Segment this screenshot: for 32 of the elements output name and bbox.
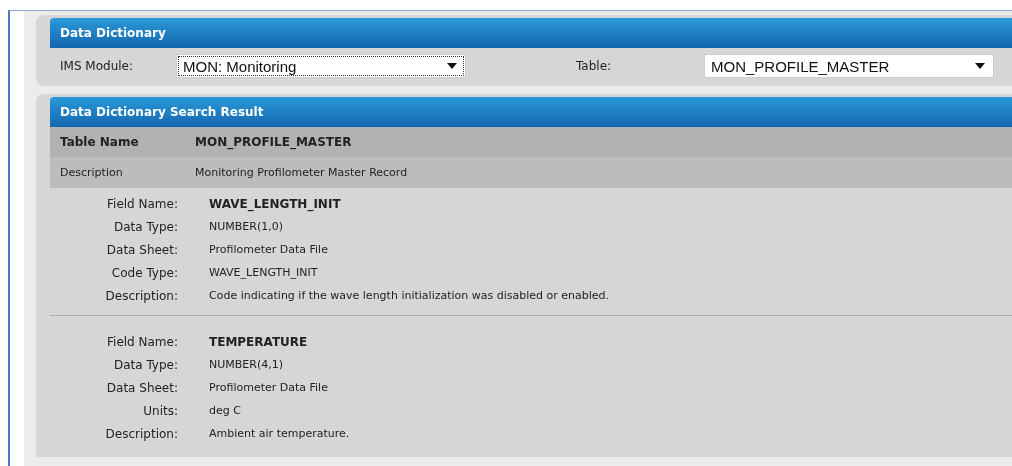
- property-value: NUMBER(1,0): [209, 220, 283, 233]
- property-label: Data Sheet:: [105, 380, 179, 395]
- field-label: Table:: [576, 59, 613, 73]
- property-value: NUMBER(4,1): [209, 358, 283, 371]
- panel-header: Data Dictionary Search Result: [50, 97, 1012, 127]
- property-label: Field Name:: [106, 334, 179, 349]
- caret-icon: [447, 63, 457, 69]
- summary-value: MON_PROFILE_MASTER: [195, 135, 352, 149]
- property-label: Code Type:: [110, 265, 179, 280]
- summary-value: Monitoring Profilometer Master Record: [195, 166, 408, 179]
- property-value: WAVE_LENGTH_INIT: [209, 196, 341, 211]
- field-label: IMS Module:: [60, 59, 134, 73]
- property-label: Data Type:: [112, 219, 179, 234]
- property-label: Field Name:: [106, 196, 179, 211]
- property-value: TEMPERATURE: [209, 334, 308, 349]
- table-dropdown[interactable]: MON_PROFILE_MASTER: [704, 54, 994, 78]
- property-label: Description:: [104, 288, 179, 303]
- summary-label: Table Name: [60, 135, 140, 149]
- property-value: WAVE_LENGTH_INIT: [209, 266, 318, 279]
- property-label: Data Type:: [112, 357, 179, 372]
- property-value: deg C: [209, 404, 241, 417]
- property-value: Profilometer Data File: [209, 381, 328, 394]
- summary-label: Description: [60, 166, 124, 179]
- panel-header: Data Dictionary: [50, 18, 1012, 48]
- property-value: Ambient air temperature.: [209, 427, 350, 440]
- property-label: Units:: [142, 403, 179, 418]
- property-label: Description:: [104, 426, 179, 441]
- property-value: Code indicating if the wave length initialization was disabled or enabled.: [209, 289, 610, 302]
- module-dropdown[interactable]: MON: Monitoring: [176, 54, 466, 78]
- property-value: Profilometer Data File: [209, 243, 328, 256]
- caret-icon: [975, 63, 985, 69]
- property-label: Data Sheet:: [105, 242, 179, 257]
